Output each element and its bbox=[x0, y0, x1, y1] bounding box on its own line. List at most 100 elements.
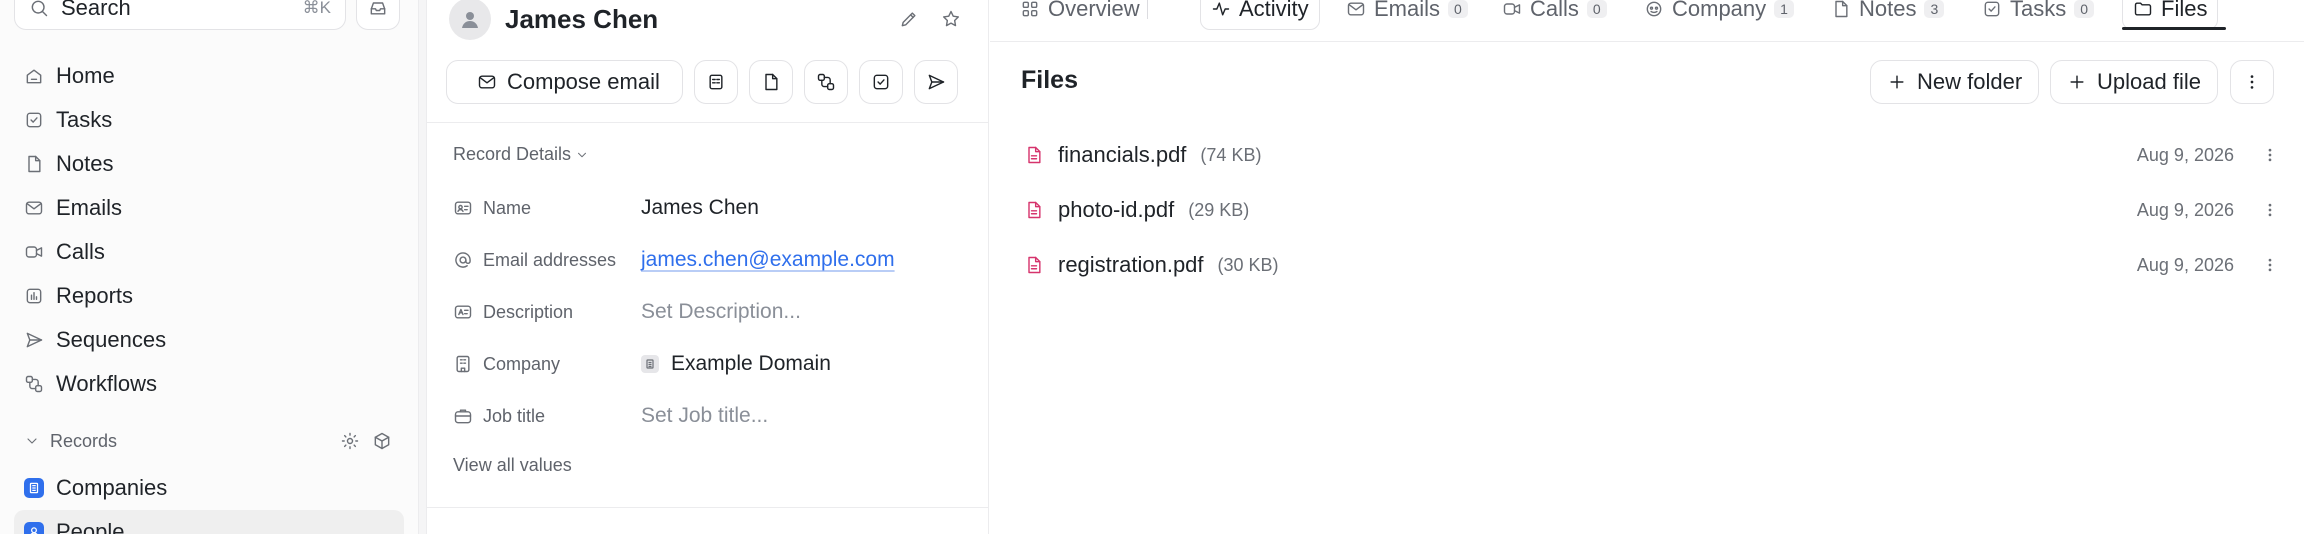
compose-email-button[interactable]: Compose email bbox=[446, 60, 683, 104]
tab-label: Overview bbox=[1048, 0, 1140, 21]
file-menu-button[interactable] bbox=[2254, 249, 2286, 281]
tab-calls[interactable]: Calls 0 bbox=[1502, 0, 1607, 30]
description-input[interactable]: Set Description... bbox=[641, 300, 801, 324]
tab-label: Notes bbox=[1859, 0, 1917, 21]
sidebar-item-label: Home bbox=[56, 63, 115, 88]
sidebar-item-label: Tasks bbox=[56, 107, 113, 132]
field-description: Description Set Description... bbox=[453, 292, 973, 332]
inbox-button[interactable] bbox=[356, 0, 400, 30]
file-size: (29 KB) bbox=[1188, 199, 1250, 220]
tab-count-badge: 0 bbox=[1448, 0, 1468, 18]
favorite-button[interactable] bbox=[933, 1, 969, 37]
chevron-down-icon bbox=[27, 438, 37, 444]
sidebar-item-home[interactable]: Home bbox=[14, 54, 404, 98]
upload-file-label: Upload file bbox=[2097, 69, 2201, 94]
add-task-button[interactable] bbox=[858, 60, 903, 104]
tab-activity[interactable]: Activity bbox=[1200, 0, 1320, 30]
page-title: James Chen bbox=[505, 3, 659, 34]
send-icon bbox=[928, 74, 945, 90]
field-label: Name bbox=[483, 197, 532, 218]
mail-icon bbox=[478, 75, 496, 89]
cube-plus-icon[interactable] bbox=[372, 431, 392, 451]
checkbox-icon bbox=[873, 74, 889, 90]
more-vertical-icon bbox=[2268, 148, 2272, 162]
name-value[interactable]: James Chen bbox=[641, 196, 759, 220]
note-icon bbox=[28, 155, 41, 173]
sidebar-nav: Home Tasks Notes Emails Calls Reports Se… bbox=[14, 54, 404, 406]
more-options-button[interactable] bbox=[2230, 60, 2274, 104]
more-vertical-icon bbox=[2268, 203, 2272, 217]
search-shortcut: ⌘K bbox=[302, 0, 331, 17]
new-folder-button[interactable]: New folder bbox=[1870, 60, 2040, 104]
file-date: Aug 9, 2026 bbox=[2136, 199, 2234, 220]
file-row[interactable]: financials.pdf (74 KB) Aug 9, 2026 bbox=[1024, 135, 2286, 175]
records-section-label: Records bbox=[50, 430, 118, 451]
avatar[interactable] bbox=[449, 0, 491, 40]
send-icon bbox=[26, 332, 43, 348]
record-details-toggle[interactable]: Record Details bbox=[453, 144, 589, 165]
tab-count-badge: 0 bbox=[1586, 0, 1607, 18]
inbox-icon bbox=[370, 2, 386, 15]
tab-label: Files bbox=[2161, 0, 2208, 21]
tab-files[interactable]: Files bbox=[2122, 0, 2219, 30]
email-link[interactable]: james.chen@example.com bbox=[641, 248, 895, 272]
more-vertical-icon bbox=[2268, 258, 2272, 272]
new-folder-label: New folder bbox=[1917, 69, 2023, 94]
sidebar-item-reports[interactable]: Reports bbox=[14, 274, 404, 318]
file-date: Aug 9, 2026 bbox=[2136, 254, 2234, 275]
person-icon bbox=[24, 522, 44, 534]
file-menu-button[interactable] bbox=[2254, 194, 2286, 226]
sidebar-item-tasks[interactable]: Tasks bbox=[14, 98, 404, 142]
tab-count-badge: 3 bbox=[1924, 0, 1945, 18]
sidebar-item-notes[interactable]: Notes bbox=[14, 142, 404, 186]
records-section-header[interactable]: Records bbox=[14, 423, 404, 459]
sidebar-item-emails[interactable]: Emails bbox=[14, 186, 404, 230]
tab-company[interactable]: Company 1 bbox=[1644, 0, 1794, 30]
tab-notes[interactable]: Notes 3 bbox=[1831, 0, 1945, 30]
mail-icon bbox=[1347, 2, 1365, 16]
tab-tasks[interactable]: Tasks 0 bbox=[1982, 0, 2095, 30]
folder-icon bbox=[2134, 2, 2152, 16]
add-to-list-button[interactable] bbox=[693, 60, 738, 104]
tab-label: Emails bbox=[1374, 0, 1441, 21]
id-card-icon bbox=[454, 201, 472, 215]
upload-file-button[interactable]: Upload file bbox=[2050, 60, 2218, 104]
pdf-file-icon bbox=[1028, 146, 1041, 164]
company-logo-icon bbox=[641, 355, 659, 373]
tab-emails[interactable]: Emails 0 bbox=[1346, 0, 1468, 30]
compose-email-label: Compose email bbox=[507, 69, 660, 94]
file-row[interactable]: photo-id.pdf (29 KB) Aug 9, 2026 bbox=[1024, 190, 2286, 230]
sidebar-item-sequences[interactable]: Sequences bbox=[14, 318, 404, 362]
more-vertical-icon bbox=[2250, 75, 2254, 89]
sidebar-resize-handle[interactable] bbox=[418, 0, 427, 534]
sidebar-item-people[interactable]: People bbox=[14, 510, 404, 534]
sidebar-item-label: Companies bbox=[56, 475, 168, 500]
gear-icon[interactable] bbox=[340, 431, 360, 451]
file-menu-button[interactable] bbox=[2254, 139, 2286, 171]
field-name: Name James Chen bbox=[453, 188, 973, 228]
company-icon bbox=[1646, 1, 1662, 17]
add-to-sequence-button[interactable] bbox=[913, 60, 958, 104]
file-date: Aug 9, 2026 bbox=[2136, 144, 2234, 165]
briefcase-icon bbox=[454, 409, 472, 424]
add-note-button[interactable] bbox=[748, 60, 793, 104]
home-icon bbox=[26, 69, 42, 84]
tab-overview[interactable]: Overview bbox=[1020, 0, 1140, 30]
pdf-file-icon bbox=[1028, 256, 1041, 274]
search-input[interactable]: Search ⌘K bbox=[14, 0, 346, 30]
file-row[interactable]: registration.pdf (30 KB) Aug 9, 2026 bbox=[1024, 245, 2286, 285]
video-icon bbox=[25, 246, 43, 258]
sidebar-item-companies[interactable]: Companies bbox=[14, 466, 404, 510]
job-title-input[interactable]: Set Job title... bbox=[641, 404, 768, 428]
sidebar-item-workflows[interactable]: Workflows bbox=[14, 362, 404, 406]
company-link[interactable]: Example Domain bbox=[641, 352, 831, 376]
view-all-values-link[interactable]: View all values bbox=[453, 455, 572, 476]
list-icon bbox=[709, 74, 723, 90]
sidebar-item-label: Calls bbox=[56, 239, 105, 264]
files-title: Files bbox=[1021, 66, 1078, 94]
run-workflow-button[interactable] bbox=[803, 60, 848, 104]
tab-separator bbox=[1147, 0, 1148, 19]
field-label: Job title bbox=[483, 405, 546, 426]
sidebar-item-calls[interactable]: Calls bbox=[14, 230, 404, 274]
edit-button[interactable] bbox=[891, 1, 927, 37]
